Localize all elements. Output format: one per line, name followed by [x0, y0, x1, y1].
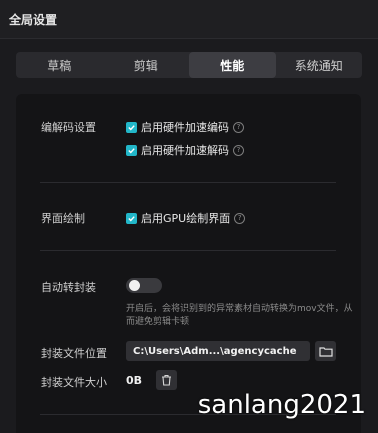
tab-system-notifications[interactable]: 系统通知: [276, 52, 363, 78]
settings-tabs: 草稿 剪辑 性能 系统通知: [16, 52, 362, 78]
help-icon[interactable]: ?: [233, 121, 244, 133]
wrap-size-label: 封装文件大小: [41, 376, 107, 389]
checkbox-checked-icon: [126, 212, 137, 224]
tab-drafts[interactable]: 草稿: [16, 52, 103, 78]
codec-settings-label: 编解码设置: [41, 121, 96, 134]
tab-performance[interactable]: 性能: [189, 52, 276, 78]
toggle-knob: [129, 280, 140, 291]
tab-edit[interactable]: 剪辑: [103, 52, 190, 78]
folder-icon: [318, 346, 333, 357]
watermark-text: sanlang2021: [197, 390, 366, 420]
wrap-location-label: 封装文件位置: [41, 347, 107, 360]
trash-icon: [162, 374, 171, 386]
section-divider: [40, 250, 336, 251]
wrap-location-field[interactable]: C:\Users\Adm...\agencycache: [126, 341, 310, 361]
help-icon[interactable]: ?: [234, 212, 246, 224]
auto-wrap-label: 自动转封装: [41, 281, 96, 294]
wrap-size-value: 0B: [126, 374, 143, 387]
hw-encode-label: 启用硬件加速编码: [141, 121, 229, 134]
gpu-render-checkbox[interactable]: 启用GPU绘制界面 ?: [126, 210, 246, 226]
section-divider: [40, 182, 336, 183]
auto-wrap-toggle[interactable]: [126, 278, 162, 293]
browse-folder-button[interactable]: [315, 341, 336, 361]
auto-wrap-description: 开启后，会将识别到的异常素材自动转换为mov文件，从而避免剪辑卡顿: [126, 304, 353, 327]
gpu-render-label: 启用GPU绘制界面: [141, 212, 231, 225]
ui-render-label: 界面绘制: [41, 212, 85, 225]
hw-decode-checkbox[interactable]: 启用硬件加速解码 ?: [126, 142, 244, 158]
checkbox-checked-icon: [126, 144, 137, 156]
hw-decode-label: 启用硬件加速解码: [141, 144, 229, 157]
help-icon[interactable]: ?: [233, 144, 244, 156]
checkbox-checked-icon: [126, 121, 137, 133]
title-bar: 全局设置: [0, 0, 378, 39]
window-title: 全局设置: [9, 13, 58, 27]
hw-encode-checkbox[interactable]: 启用硬件加速编码 ?: [126, 119, 244, 135]
clear-cache-button[interactable]: [156, 370, 177, 390]
